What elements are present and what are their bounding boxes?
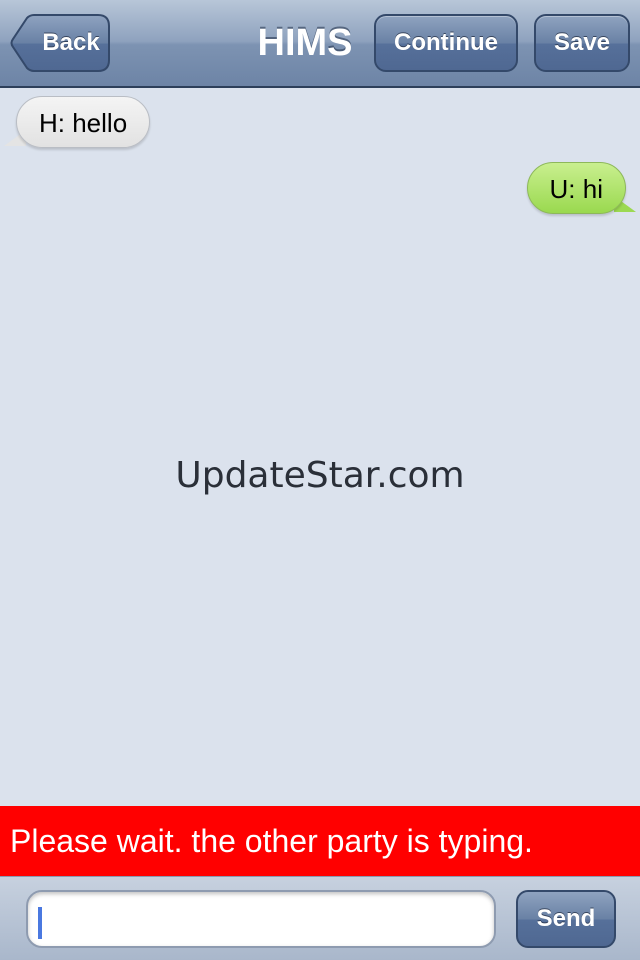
typing-status-banner: Please wait. the other party is typing. [0, 806, 640, 876]
back-button[interactable]: Back [10, 14, 110, 72]
message-bubble-incoming: H: hello [16, 96, 151, 148]
save-button[interactable]: Save [534, 14, 630, 72]
navigation-bar: Back HIMS Continue Save [0, 0, 640, 88]
message-composer-bar: Send [0, 876, 640, 960]
page-title: HIMS [257, 22, 353, 64]
message-bubble-outgoing: U: hi [526, 162, 626, 214]
back-button-label: Back [42, 29, 100, 56]
watermark-text: UpdateStar.com [175, 455, 465, 496]
text-cursor [38, 907, 42, 939]
message-input[interactable] [26, 890, 496, 948]
send-button[interactable]: Send [516, 890, 616, 948]
continue-button[interactable]: Continue [374, 14, 518, 72]
